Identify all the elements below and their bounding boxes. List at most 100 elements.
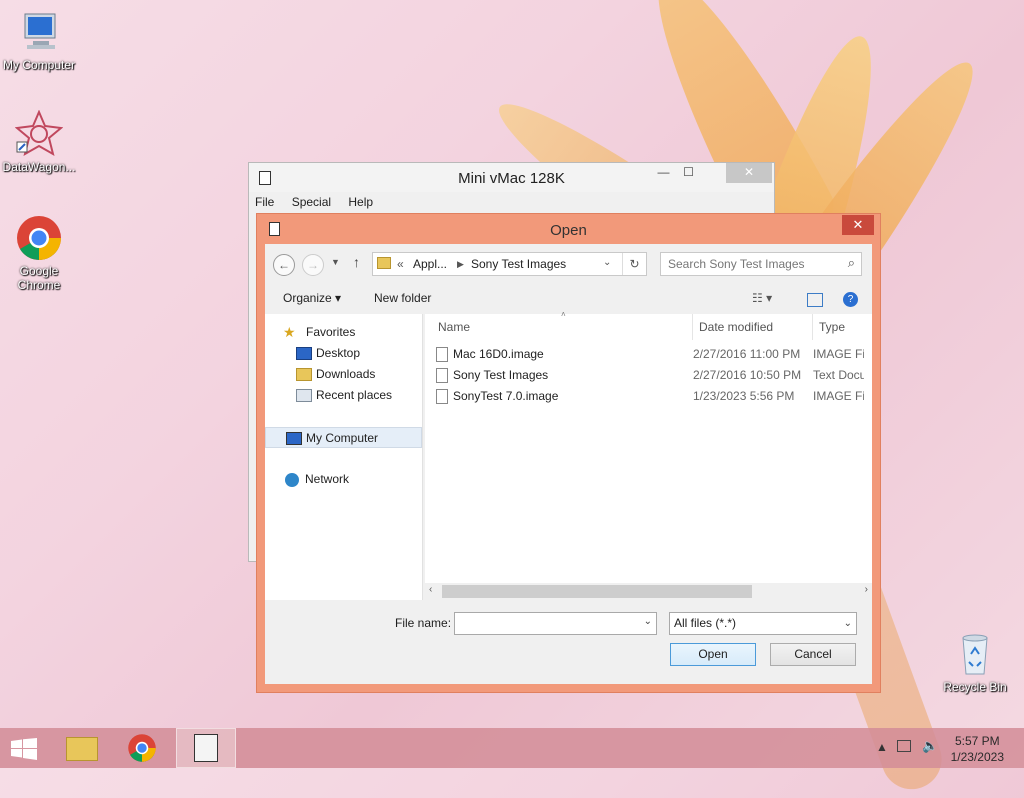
open-dialog[interactable]: Open ✕ ← → ▼ ↑ « Appl... ▶ Sony Test Ima…: [256, 213, 881, 693]
file-type: IMAGE File: [813, 347, 864, 361]
desktop-icon-chrome[interactable]: Google Chrome: [1, 214, 77, 292]
desktop-icon-label: DataWagon...: [2, 160, 76, 174]
nav-favorites[interactable]: ★ Favorites: [265, 322, 422, 343]
column-divider[interactable]: [812, 314, 813, 340]
nav-downloads[interactable]: Downloads: [265, 364, 422, 385]
file-type-filter[interactable]: All files (*.*) ⌄: [669, 612, 857, 635]
chevron-down-icon[interactable]: ⌄: [603, 257, 611, 268]
chrome-icon: [15, 214, 63, 262]
dialog-title: Open: [550, 222, 587, 239]
file-date: 2/27/2016 10:50 PM: [693, 368, 802, 382]
file-type: Text Document: [813, 368, 864, 382]
command-bar: Organize ▾ New folder ☷ ▾ ?: [265, 286, 872, 314]
vmac-app-icon: [194, 734, 218, 762]
view-options-icon[interactable]: ☷ ▾: [752, 291, 772, 305]
file-row[interactable]: Sony Test Images 2/27/2016 10:50 PM Text…: [416, 365, 872, 386]
forward-button[interactable]: →: [302, 254, 324, 276]
close-button[interactable]: ✕: [726, 163, 772, 183]
filter-value: All files (*.*): [674, 616, 737, 630]
chevron-down-icon[interactable]: ⌄: [844, 613, 852, 634]
address-bar[interactable]: « Appl... ▶ Sony Test Images ⌄ ↻: [372, 252, 647, 276]
chevron-right-icon[interactable]: ▶: [457, 259, 464, 270]
desktop-icon-datawagon[interactable]: DataWagon...: [1, 109, 77, 174]
file-name: SonyTest 7.0.image: [453, 389, 559, 403]
chevron-down-icon[interactable]: ⌄: [644, 616, 652, 627]
show-hidden-icons[interactable]: ▲: [876, 740, 888, 754]
file-date: 1/23/2023 5:56 PM: [693, 389, 795, 403]
computer-icon: [15, 8, 63, 56]
taskbar: ▲ 🔈 5:57 PM 1/23/2023: [0, 728, 1024, 768]
desktop-icon-recycle-bin[interactable]: Recycle Bin: [937, 630, 1013, 694]
preview-pane-icon[interactable]: [807, 293, 823, 307]
breadcrumb-overflow[interactable]: «: [397, 257, 404, 271]
nav-desktop[interactable]: Desktop: [265, 343, 422, 364]
file-row[interactable]: Mac 16D0.image 2/27/2016 11:00 PM IMAGE …: [416, 344, 872, 365]
nav-label: Network: [305, 472, 350, 486]
volume-icon[interactable]: 🔈: [922, 738, 938, 754]
organize-button[interactable]: Organize ▾: [283, 291, 341, 305]
nav-label: My Computer: [306, 431, 379, 445]
windows-logo-icon: [11, 738, 37, 760]
back-button[interactable]: ←: [273, 254, 295, 276]
column-name-header[interactable]: Name: [438, 320, 470, 334]
nav-label: Desktop: [316, 346, 361, 360]
up-arrow-icon[interactable]: ↑: [353, 254, 360, 270]
file-type: IMAGE File: [813, 389, 864, 403]
refresh-icon[interactable]: ↻: [622, 253, 646, 275]
menu-help[interactable]: Help: [348, 195, 373, 209]
mini-vmac-titlebar[interactable]: Mini vMac 128K — ☐ ✕: [249, 163, 774, 192]
network-status-icon[interactable]: [897, 740, 911, 752]
horizontal-scrollbar[interactable]: ‹ ›: [425, 583, 872, 600]
folder-icon: [377, 257, 391, 269]
search-icon[interactable]: ⌕: [848, 255, 855, 271]
desktop-icon-label: My Computer: [2, 58, 76, 72]
dialog-footer: File name: ⌄ All files (*.*) ⌄ Open Canc…: [265, 600, 872, 684]
start-button[interactable]: [0, 728, 48, 768]
scroll-left-icon[interactable]: ‹: [429, 584, 432, 595]
taskbar-file-explorer[interactable]: [52, 728, 112, 768]
breadcrumb-parent[interactable]: Appl...: [413, 257, 447, 271]
dialog-titlebar[interactable]: Open ✕: [257, 214, 880, 244]
new-folder-button[interactable]: New folder: [374, 291, 431, 305]
nav-label: Recent places: [316, 388, 393, 402]
navigation-pane: ★ Favorites Desktop Downloads Recent pla…: [265, 314, 423, 600]
column-divider[interactable]: [692, 314, 693, 340]
desktop-icon-label: Recycle Bin: [943, 680, 1007, 694]
column-date-header[interactable]: Date modified: [699, 320, 773, 334]
taskbar-mini-vmac[interactable]: [176, 728, 236, 768]
search-box[interactable]: Search Sony Test Images ⌕: [660, 252, 862, 276]
file-list-pane: ˄ Name Date modified Type Mac 16D0.image…: [425, 310, 872, 600]
file-row[interactable]: SonyTest 7.0.image 1/23/2023 5:56 PM IMA…: [416, 386, 872, 407]
file-name-input[interactable]: ⌄: [454, 612, 657, 635]
recent-places-icon: [296, 389, 312, 402]
column-type-header[interactable]: Type: [819, 320, 845, 334]
scroll-right-icon[interactable]: ›: [865, 584, 868, 595]
computer-icon: [286, 432, 302, 445]
menu-special[interactable]: Special: [292, 195, 331, 209]
datawagon-icon: [14, 109, 64, 158]
chrome-icon: [128, 734, 156, 762]
maximize-button[interactable]: ☐: [675, 163, 702, 183]
help-icon[interactable]: ?: [843, 292, 858, 307]
organize-label: Organize: [283, 291, 332, 305]
file-icon: [436, 389, 448, 404]
breadcrumb-current[interactable]: Sony Test Images: [471, 257, 566, 271]
open-button[interactable]: Open: [670, 643, 756, 666]
recent-locations-icon[interactable]: ▼: [331, 257, 340, 267]
file-name-label: File name:: [395, 616, 452, 630]
scrollbar-thumb[interactable]: [442, 585, 752, 598]
sort-ascending-icon: ˄: [561, 310, 566, 319]
dialog-close-button[interactable]: ✕: [842, 215, 874, 235]
system-clock[interactable]: 5:57 PM 1/23/2023: [951, 733, 1004, 765]
recycle-bin-icon: [951, 630, 999, 678]
nav-recent-places[interactable]: Recent places: [265, 385, 422, 406]
menu-file[interactable]: File: [255, 195, 274, 209]
minimize-button[interactable]: —: [650, 163, 677, 183]
nav-my-computer[interactable]: My Computer: [265, 427, 422, 448]
vmac-menubar: File Special Help: [249, 192, 774, 212]
file-icon: [436, 368, 448, 383]
taskbar-chrome[interactable]: [113, 728, 173, 768]
nav-network[interactable]: Network: [265, 469, 422, 490]
cancel-button[interactable]: Cancel: [770, 643, 856, 666]
desktop-icon-my-computer[interactable]: My Computer: [1, 8, 77, 72]
